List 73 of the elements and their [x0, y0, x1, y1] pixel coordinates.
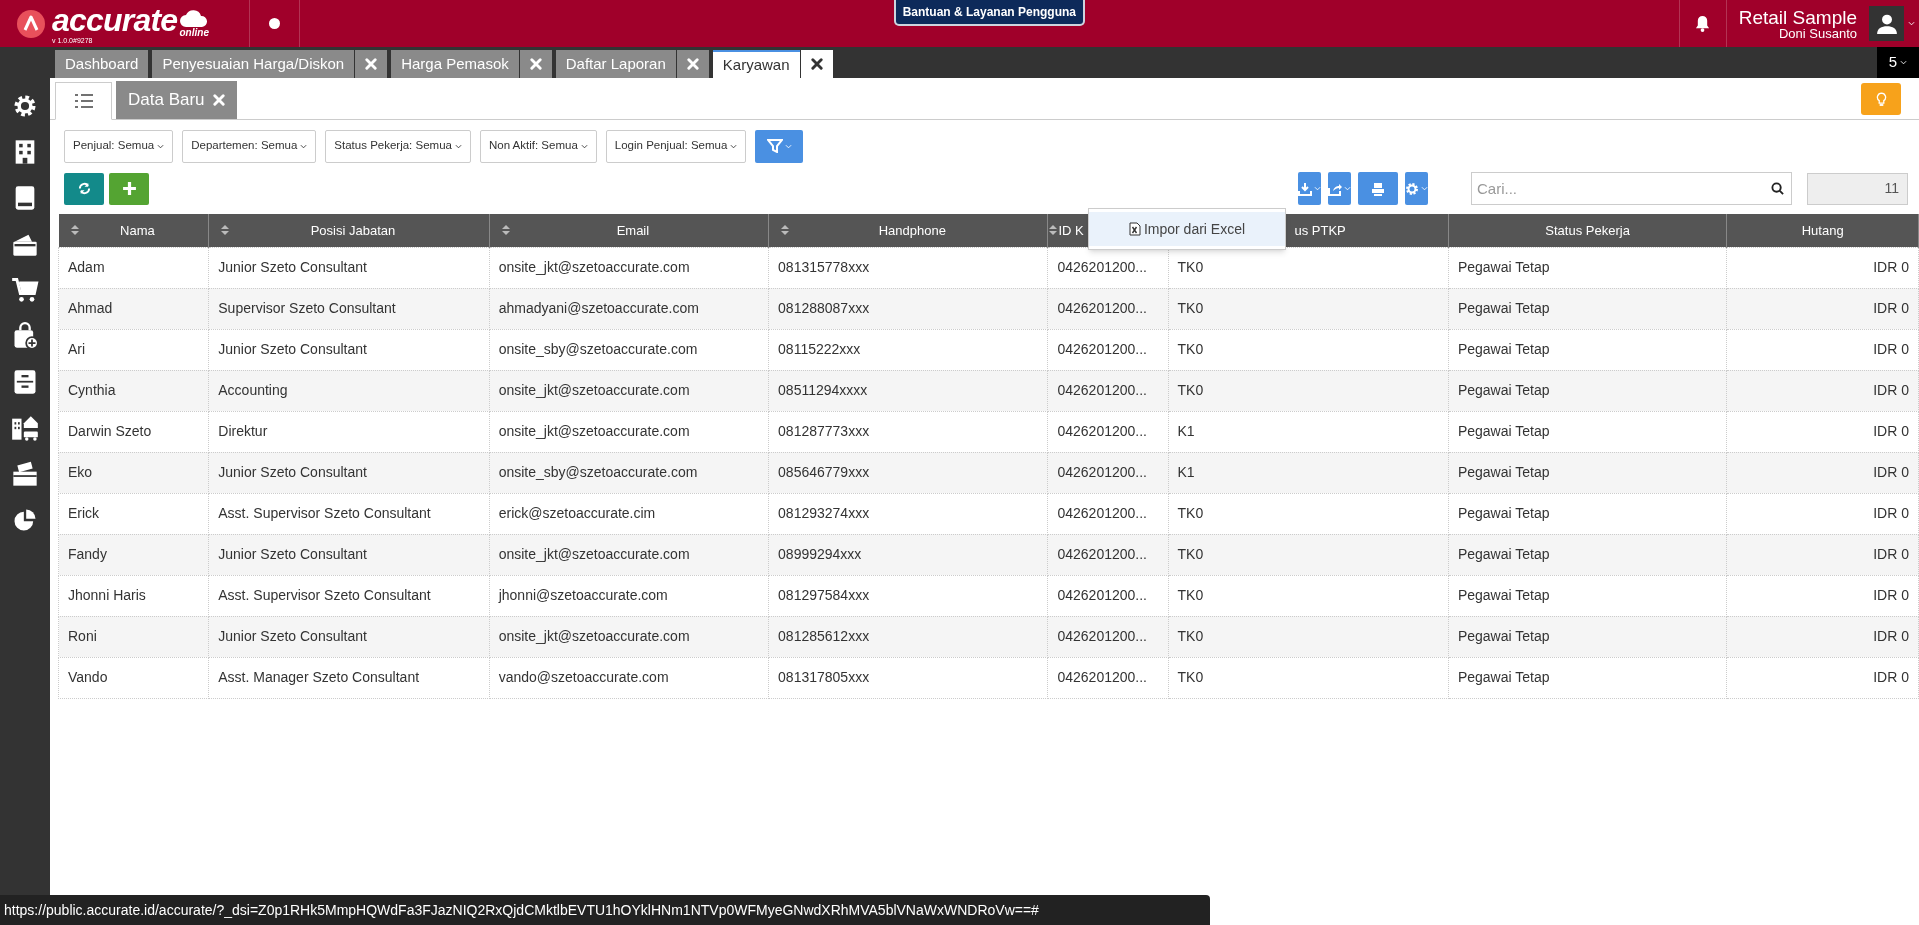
- print-button[interactable]: [1358, 172, 1398, 205]
- export-button[interactable]: [1328, 172, 1351, 205]
- table-cell: vando@szetoaccurate.com: [489, 657, 769, 698]
- tab[interactable]: Karyawan: [712, 50, 800, 78]
- table-cell: 081317805xxx: [768, 657, 1048, 698]
- logo-icon: [16, 8, 46, 39]
- excel-file-icon: [1128, 222, 1141, 236]
- cart-icon[interactable]: [11, 276, 39, 304]
- caret-icon: [1344, 186, 1351, 191]
- tax-box-icon[interactable]: [11, 460, 39, 488]
- tab-count-button[interactable]: 5: [1877, 47, 1919, 78]
- caret-icon: [157, 143, 165, 149]
- list-icon: [73, 93, 94, 109]
- filter-dropdown[interactable]: Penjual: Semua: [64, 129, 174, 163]
- table-cell: Pegawai Tetap: [1448, 657, 1727, 698]
- table-cell: IDR 0: [1726, 657, 1919, 698]
- menu-item[interactable]: Impor dari Excel: [1089, 212, 1285, 246]
- add-button[interactable]: [109, 172, 149, 205]
- caret-icon: [1314, 186, 1321, 191]
- settings-icon: [1405, 181, 1419, 196]
- user-name: Doni Susanto: [1778, 26, 1857, 40]
- share-icon: [1328, 181, 1342, 196]
- import-button[interactable]: [1298, 172, 1321, 205]
- bell-icon[interactable]: [1695, 15, 1711, 32]
- filter-dropdown[interactable]: Status Pekerja: Semua: [325, 129, 471, 163]
- list-view-tab[interactable]: [55, 82, 112, 120]
- column-header[interactable]: Email: [489, 214, 769, 247]
- caret-icon: [454, 143, 462, 149]
- settings-button[interactable]: [1405, 172, 1428, 205]
- download-icon: [1298, 181, 1312, 196]
- record-count: 11: [1807, 172, 1908, 205]
- filter-button[interactable]: [755, 129, 804, 163]
- table-cell: Vando: [58, 657, 209, 698]
- column-header[interactable]: Status Pekerja: [1448, 214, 1727, 247]
- refresh-button[interactable]: [64, 172, 104, 205]
- column-header[interactable]: Hutang: [1726, 214, 1919, 247]
- refresh-icon: [77, 182, 91, 195]
- help-button[interactable]: Bantuan & Layanan Pengguna: [893, 0, 1086, 26]
- building-house-car-icon[interactable]: [11, 414, 39, 442]
- filter-dropdown[interactable]: Non Aktif: Semua: [479, 129, 597, 163]
- filter-dropdown[interactable]: Departemen: Semua: [182, 129, 317, 163]
- caret-icon: [730, 143, 738, 149]
- printer-icon: [1371, 181, 1385, 196]
- column-header[interactable]: Posisi Jabatan: [208, 214, 490, 247]
- avatar-icon[interactable]: [1869, 6, 1904, 41]
- sort-icon[interactable]: [781, 225, 790, 236]
- lightbulb-icon: [1875, 91, 1887, 107]
- company-name: Retail Sample: [1738, 7, 1857, 27]
- logo-subtitle: online: [179, 27, 209, 38]
- logo-text: accurate: [52, 3, 178, 36]
- table-cell: 0426201200...: [1047, 657, 1168, 698]
- table-cell: TK0: [1168, 657, 1449, 698]
- table-cell: Asst. Manager Szeto Consultant: [208, 657, 490, 698]
- sort-icon[interactable]: [70, 225, 79, 236]
- funnel-icon: [766, 139, 783, 153]
- caret-icon: [1421, 186, 1428, 191]
- caret-icon: [580, 143, 588, 149]
- caret-icon: [1908, 21, 1915, 26]
- caret-icon: [300, 143, 308, 149]
- search-field[interactable]: Cari...: [1471, 172, 1792, 205]
- cloud-icon: [179, 9, 210, 28]
- caret-icon: [784, 143, 792, 149]
- search-icon[interactable]: [1771, 182, 1784, 195]
- column-header[interactable]: Nama: [58, 214, 209, 247]
- filter-dropdown[interactable]: Login Penjual: Semua: [605, 129, 747, 163]
- close-icon[interactable]: [810, 58, 823, 70]
- sort-icon[interactable]: [221, 225, 230, 236]
- column-header[interactable]: Handphone: [768, 214, 1048, 247]
- caret-icon: [1900, 60, 1908, 65]
- status-url: https://public.accurate.id/accurate/?_dsi=Z0p1RHk5MmpHQWdFa3FJazNIQ2RxQjdCMktlbEVTU1hOYklHNm1NTVp0WFMyeGNwdXRhMVA5blVNaWxWNDRoVw==#: [0, 895, 1210, 925]
- plus-icon: [121, 181, 137, 196]
- sort-icon[interactable]: [501, 225, 510, 236]
- shopping-bag-icon[interactable]: [11, 322, 39, 350]
